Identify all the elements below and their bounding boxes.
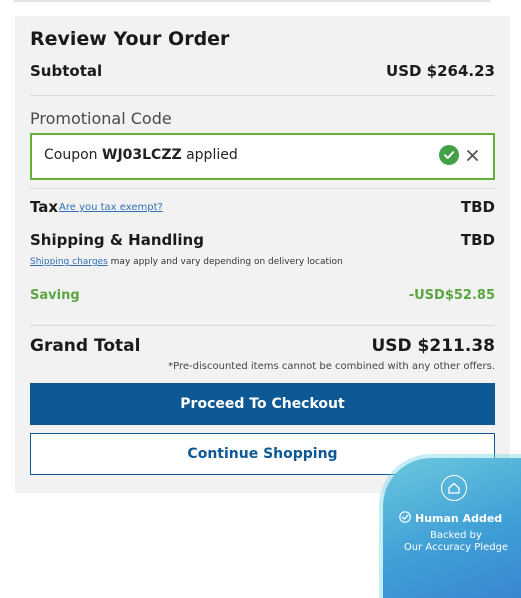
saving-value: -USD$52.85 [408,288,495,303]
grand-total-value: USD $211.38 [371,336,495,356]
shipping-value: TBD [460,231,495,249]
subtotal-label: Subtotal [30,62,103,80]
tax-exempt-link[interactable]: Are you tax exempt? [59,202,163,213]
accuracy-pledge-badge[interactable]: Human Added Backed by Our Accuracy Pledg… [383,458,521,598]
remove-coupon-close-icon[interactable] [462,144,482,166]
check-circle-icon [439,145,459,165]
promo-prefix: Coupon [44,147,98,163]
promo-code-value: WJ03LCZZ [102,147,182,163]
tax-label: Tax [30,198,59,216]
shipping-label: Shipping & Handling [30,231,204,249]
badge-title: Human Added [399,511,502,526]
top-divider [14,0,490,2]
badge-line-1: Backed by [430,530,482,541]
order-summary-title: Review Your Order [30,28,230,50]
divider [30,325,495,326]
promo-applied-text: Coupon WJ03LCZZ applied [44,147,238,163]
order-summary-panel: Review Your Order Subtotal USD $264.23 P… [15,16,510,493]
grand-total-label: Grand Total [30,336,141,356]
subtotal-value: USD $264.23 [386,62,495,80]
divider [30,188,495,189]
badge-line-2: Our Accuracy Pledge [403,542,509,553]
house-icon [441,475,467,501]
promo-suffix: applied [186,147,238,163]
promo-code-label: Promotional Code [30,109,172,128]
shipping-note: Shipping charges may apply and vary depe… [30,257,343,267]
saving-label: Saving [30,288,80,303]
shipping-charges-link[interactable]: Shipping charges [30,257,108,267]
check-circle-outline-icon [399,511,411,526]
badge-title-text: Human Added [415,512,503,525]
shipping-note-text: may apply and vary depending on delivery… [110,257,343,267]
discount-disclaimer: *Pre-discounted items cannot be combined… [168,361,495,372]
promo-code-field[interactable]: Coupon WJ03LCZZ applied [30,133,495,180]
tax-value: TBD [460,198,495,216]
divider [30,95,495,96]
proceed-to-checkout-button[interactable]: Proceed To Checkout [30,383,495,425]
